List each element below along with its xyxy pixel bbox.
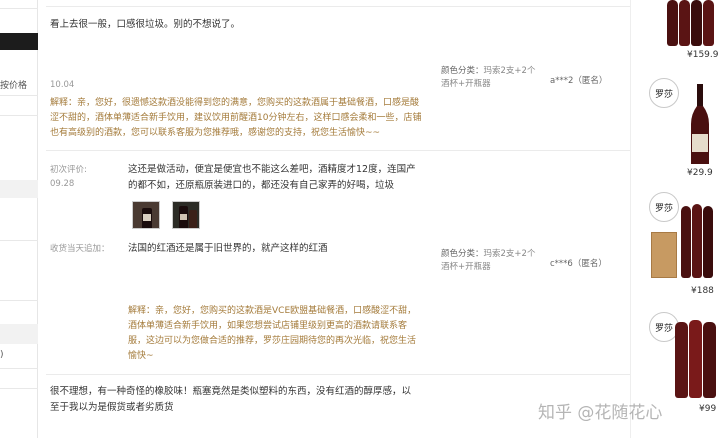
- recommended-products: ¥159.9 罗莎 ¥29.9 罗莎 ¥188 罗莎 ¥99: [630, 0, 720, 438]
- sidebar-divider: [0, 115, 38, 116]
- wine-bottle-image: [679, 0, 690, 46]
- wine-bottle-image: [667, 0, 678, 46]
- sidebar-divider: [0, 388, 38, 389]
- followup-label: 收货当天追加：: [50, 244, 110, 254]
- followup-text: 法国的红酒还是属于旧世界的，就产这样的红酒: [128, 243, 328, 254]
- first-review-label: 初次评价:: [50, 165, 87, 175]
- review-divider: [46, 6, 630, 7]
- review-text: 这还是做活动，便宜是便宜也不能这么差吧，酒精度才12度，连国产的都不如，还原瓶原…: [128, 164, 416, 191]
- sidebar-divider: [0, 8, 38, 9]
- sidebar-divider: [0, 300, 38, 301]
- variant-label: 颜色分类：: [441, 66, 484, 76]
- sidebar-divider: [0, 95, 38, 96]
- review-photo[interactable]: [172, 201, 200, 229]
- review-variant: 颜色分类：玛索2支+2个酒杯+开瓶器: [441, 248, 543, 274]
- wine-bottle-image: [703, 206, 713, 278]
- sidebar-dark-bar: [0, 33, 38, 50]
- product-price: ¥29.9: [687, 168, 713, 178]
- gift-box-image: [651, 232, 677, 278]
- review-divider: [46, 374, 630, 375]
- review-user: a***2（匿名）: [550, 76, 608, 86]
- review-photo[interactable]: [132, 201, 160, 229]
- wine-bottle-image: [703, 322, 716, 398]
- brand-seal-icon: 罗莎: [649, 192, 679, 222]
- wine-bottle-image: [703, 0, 714, 46]
- brand-seal-icon: 罗莎: [649, 78, 679, 108]
- sidebar-gray-band: [0, 180, 38, 198]
- sidebar-divider: [0, 240, 38, 241]
- review-user: c***6（匿名）: [550, 259, 607, 269]
- seller-reply: 解释：亲，您好，很遗憾这款酒没能得到您的满意，您购买的这款酒属于基础餐酒，口感是…: [50, 98, 422, 138]
- sidebar-sort-by-price[interactable]: 按价格: [0, 78, 27, 91]
- review-date: 09.28: [50, 179, 75, 189]
- sidebar-fragment: ): [0, 350, 4, 360]
- wine-bottle-image: [692, 204, 702, 278]
- review-divider: [46, 150, 630, 151]
- watermark: 知乎 @花随花心: [538, 403, 663, 423]
- wine-bottle-icon: [691, 84, 709, 164]
- seller-reply: 解释：亲，您好，您购买的这款酒是VCE欧盟基础餐酒，口感酸涩不甜，酒体单薄适合新…: [128, 306, 417, 361]
- photo-wine-bottle-icon: [173, 202, 199, 228]
- photo-wine-bottle-icon: [133, 202, 159, 228]
- review-text: 很不理想，有一种奇怪的橡胶味！瓶塞竟然是类似塑料的东西，没有红酒的醇厚感，以至于…: [50, 386, 412, 413]
- product-price: ¥159.9: [687, 50, 719, 60]
- sidebar-gray-band: [0, 324, 38, 344]
- review-date: 10.04: [50, 80, 75, 90]
- product-price: ¥99: [699, 404, 717, 414]
- review-text: 看上去很一般，口感很垃圾。别的不想说了。: [50, 19, 241, 30]
- wine-bottle-image: [689, 320, 702, 398]
- product-price: ¥188: [691, 286, 714, 296]
- wine-bottle-image: [675, 322, 688, 398]
- variant-label: 颜色分类：: [441, 249, 484, 259]
- review-variant: 颜色分类：玛索2支+2个酒杯+开瓶器: [441, 65, 543, 91]
- wine-bottle-image: [681, 206, 691, 278]
- review-list: 看上去很一般，口感很垃圾。别的不想说了。 10.04 颜色分类：玛索2支+2个酒…: [38, 0, 630, 438]
- left-sidebar: 按价格 ): [0, 0, 38, 438]
- wine-bottle-image: [691, 0, 702, 46]
- sidebar-divider: [0, 368, 38, 369]
